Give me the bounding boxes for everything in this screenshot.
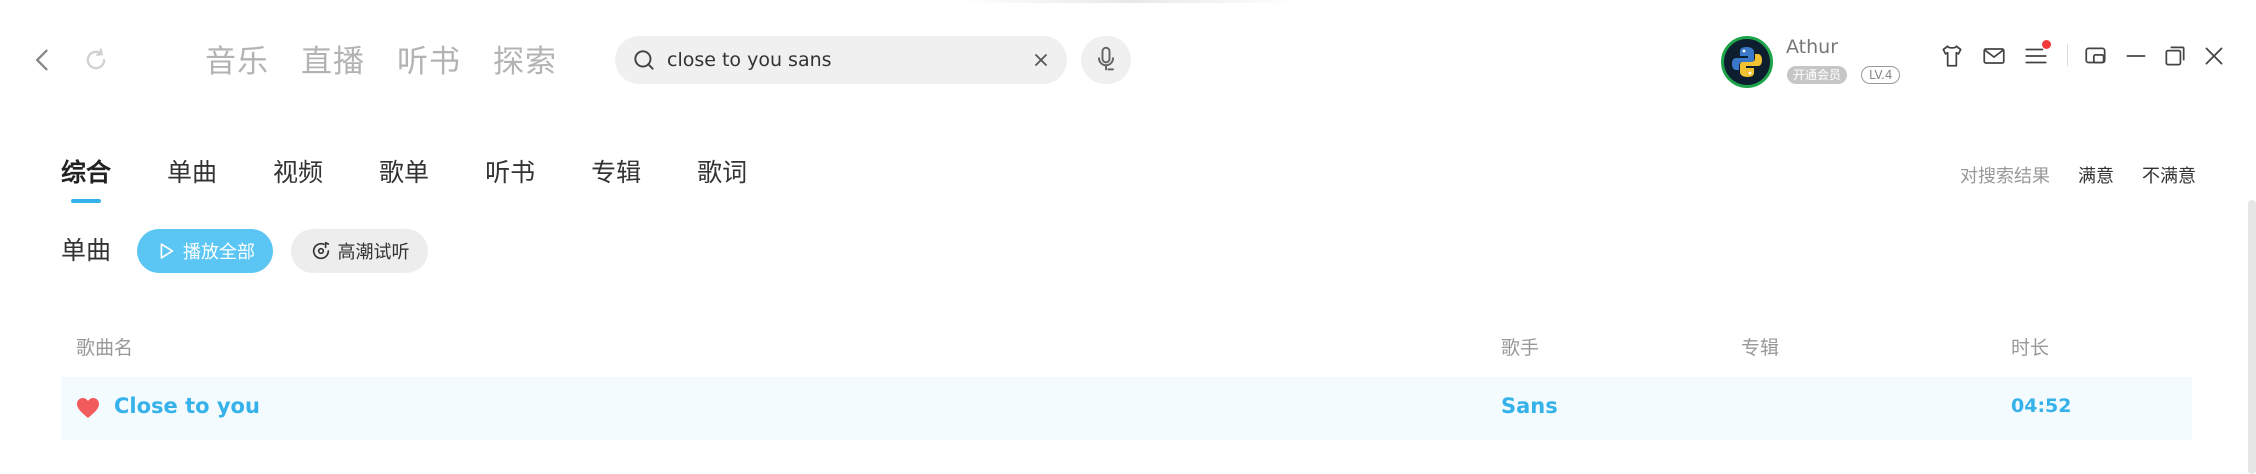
refresh-button[interactable] bbox=[78, 42, 114, 78]
close-button[interactable] bbox=[2198, 40, 2230, 72]
search-feedback: 对搜索结果 满意 不满意 bbox=[1960, 162, 2196, 188]
username[interactable]: Athur bbox=[1786, 36, 1838, 58]
menu-button[interactable] bbox=[2020, 40, 2052, 72]
table-row[interactable]: Close to you Sans 04:52 bbox=[61, 377, 2192, 440]
notification-dot bbox=[2042, 40, 2051, 49]
maximize-button[interactable] bbox=[2159, 40, 2191, 72]
play-all-label: 播放全部 bbox=[183, 242, 255, 263]
voice-search-button[interactable] bbox=[1081, 36, 1131, 84]
python-logo-icon bbox=[1732, 47, 1762, 77]
title-bar: 音乐 直播 听书 探索 Athur 开通会员 LV.4 bbox=[0, 0, 2256, 120]
minimize-icon bbox=[2126, 55, 2146, 57]
tshirt-icon bbox=[1942, 45, 1962, 67]
main-tab-explore[interactable]: 探索 bbox=[493, 38, 557, 86]
search-icon bbox=[634, 50, 654, 70]
avatar[interactable] bbox=[1721, 36, 1773, 88]
highlight-preview-label: 高潮试听 bbox=[337, 242, 410, 263]
tab-albums[interactable]: 专辑 bbox=[591, 155, 641, 191]
main-nav-tabs: 音乐 直播 听书 探索 bbox=[205, 38, 557, 86]
clear-search-icon[interactable] bbox=[1029, 48, 1053, 72]
unsatisfied-button[interactable]: 不满意 bbox=[2142, 162, 2196, 188]
main-tab-live[interactable]: 直播 bbox=[301, 38, 365, 86]
play-icon bbox=[160, 243, 174, 259]
mail-button[interactable] bbox=[1978, 40, 2010, 72]
level-badge: LV.4 bbox=[1861, 66, 1901, 84]
minimize-button[interactable] bbox=[2120, 40, 2152, 72]
mail-icon bbox=[1983, 48, 2005, 64]
section-title: 单曲 bbox=[61, 236, 112, 265]
disc-icon bbox=[312, 241, 329, 260]
table-header: 歌曲名 歌手 专辑 时长 bbox=[76, 333, 2196, 363]
satisfied-button[interactable]: 满意 bbox=[2078, 162, 2114, 188]
mini-player-icon bbox=[2085, 47, 2106, 64]
microphone-icon bbox=[1098, 46, 1114, 71]
vip-badge[interactable]: 开通会员 bbox=[1787, 66, 1848, 84]
maximize-icon bbox=[2165, 46, 2185, 66]
heart-icon[interactable] bbox=[76, 397, 100, 419]
main-tab-music[interactable]: 音乐 bbox=[205, 38, 269, 86]
divider bbox=[2067, 44, 2068, 66]
tab-all[interactable]: 综合 bbox=[61, 155, 111, 191]
tab-playlists[interactable]: 歌单 bbox=[379, 155, 429, 191]
mini-player-button[interactable] bbox=[2080, 40, 2112, 72]
back-button[interactable] bbox=[25, 42, 61, 78]
header-song-name: 歌曲名 bbox=[76, 337, 134, 359]
tab-songs[interactable]: 单曲 bbox=[167, 155, 217, 191]
main-tab-audiobook[interactable]: 听书 bbox=[397, 38, 461, 86]
tab-videos[interactable]: 视频 bbox=[273, 155, 323, 191]
song-duration: 04:52 bbox=[2011, 395, 2072, 417]
scrollbar[interactable] bbox=[2248, 200, 2256, 474]
result-type-tabs: 综合 单曲 视频 歌单 听书 专辑 歌词 bbox=[61, 155, 803, 191]
chevron-left-icon bbox=[36, 49, 48, 71]
refresh-icon bbox=[86, 48, 106, 70]
song-name[interactable]: Close to you bbox=[114, 394, 260, 418]
skin-button[interactable] bbox=[1936, 40, 1968, 72]
highlight-preview-button[interactable]: 高潮试听 bbox=[291, 229, 428, 273]
header-album: 专辑 bbox=[1741, 337, 1780, 359]
feedback-label: 对搜索结果 bbox=[1960, 166, 2050, 187]
song-artist[interactable]: Sans bbox=[1501, 394, 1558, 418]
search-input[interactable] bbox=[667, 49, 1029, 71]
play-all-button[interactable]: 播放全部 bbox=[137, 229, 273, 273]
tab-audiobooks[interactable]: 听书 bbox=[485, 155, 535, 191]
header-artist: 歌手 bbox=[1501, 337, 1540, 359]
close-icon bbox=[2205, 47, 2223, 65]
search-box bbox=[615, 36, 1067, 84]
header-duration: 时长 bbox=[2011, 337, 2050, 359]
tab-lyrics[interactable]: 歌词 bbox=[697, 155, 747, 191]
